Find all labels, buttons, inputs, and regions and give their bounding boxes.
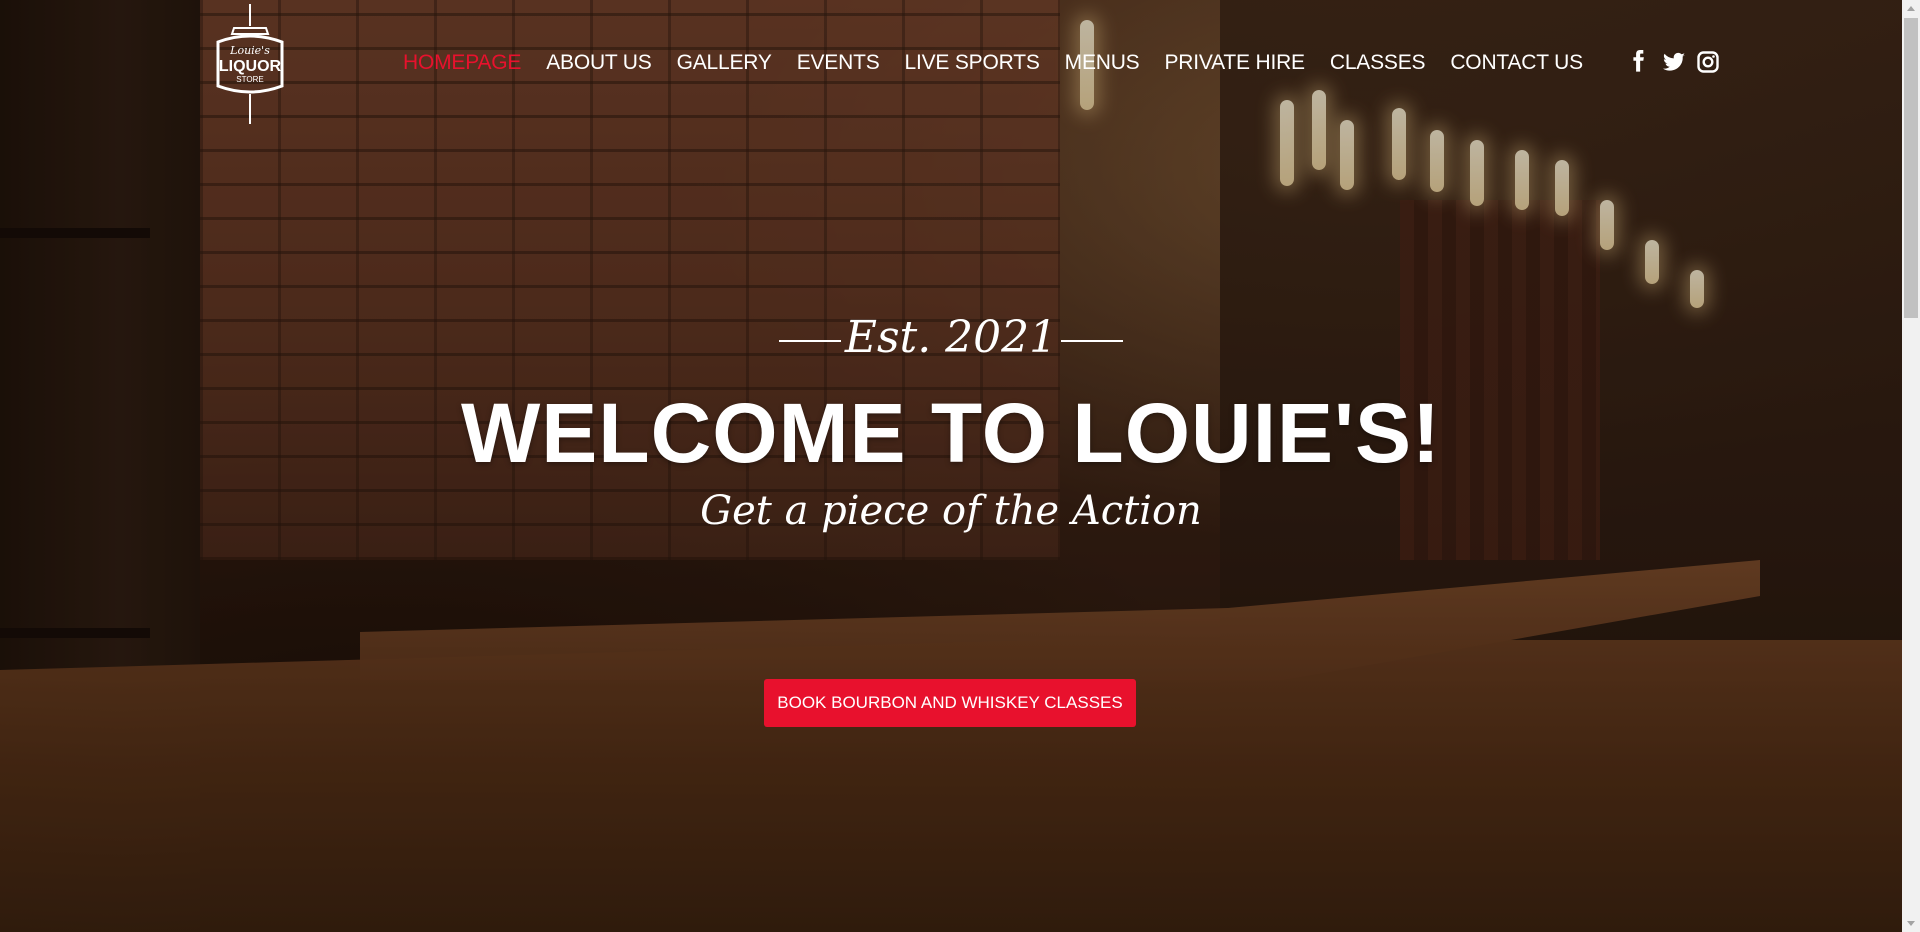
left-rule <box>778 339 841 342</box>
scroll-up-arrow[interactable] <box>1902 0 1920 17</box>
book-classes-button[interactable]: BOOK BOURBON AND WHISKEY CLASSES <box>764 679 1136 727</box>
scroll-down-arrow[interactable] <box>1902 915 1920 932</box>
hero-section: Est. 2021 WELCOME TO LOUIE'S! Get a piec… <box>0 0 1902 932</box>
right-rule <box>1061 339 1124 342</box>
established-text: Est. 2021 <box>844 312 1058 363</box>
hero-tagline: Get a piece of the Action <box>700 488 1202 534</box>
hero-headline: WELCOME TO LOUIE'S! <box>460 386 1442 480</box>
scrollbar[interactable] <box>1902 0 1920 932</box>
scroll-thumb[interactable] <box>1904 18 1918 318</box>
established-line: Est. 2021 <box>0 312 1902 363</box>
